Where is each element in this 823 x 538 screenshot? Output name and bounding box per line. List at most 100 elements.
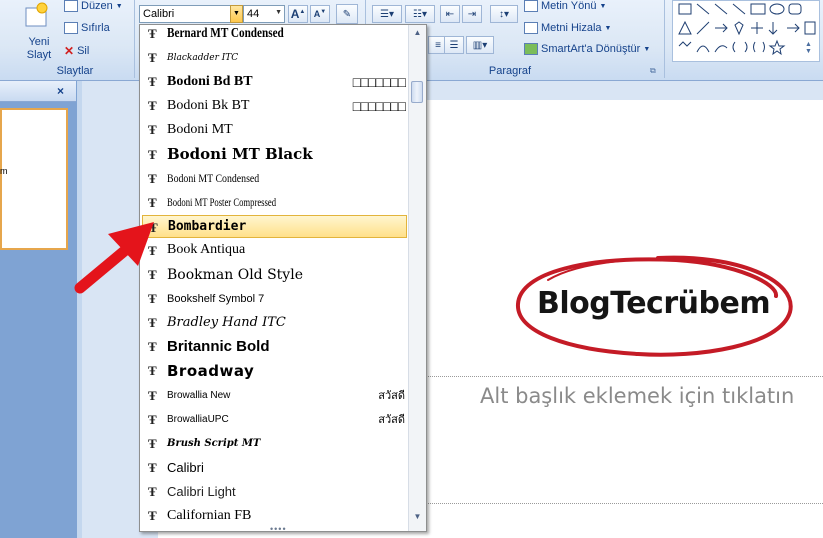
font-name-label: Bodoni MT Poster Compressed bbox=[167, 194, 277, 209]
truetype-font-icon: Ŧ bbox=[148, 339, 157, 355]
font-name-label: Broadway bbox=[167, 361, 255, 380]
font-list-item[interactable]: Ŧ Bodoni MT Black bbox=[142, 143, 407, 166]
font-list-item[interactable]: Ŧ Browallia New สวัสดี bbox=[142, 384, 407, 407]
scrollbar-thumb[interactable] bbox=[411, 81, 423, 103]
increase-indent-icon: ⇥ bbox=[467, 8, 477, 20]
columns-icon: ▥▾ bbox=[472, 39, 488, 51]
font-list-item[interactable]: Ŧ Bodoni MT Condensed bbox=[142, 167, 407, 190]
font-list-item[interactable]: Ŧ Calibri Light bbox=[142, 480, 407, 503]
font-list-item[interactable]: Ŧ Broadway bbox=[142, 359, 407, 382]
paragraph-group-label: Paragraf bbox=[488, 65, 532, 77]
new-slide-button[interactable]: Yeni Slayt bbox=[16, 2, 60, 62]
line-spacing-button[interactable]: ↕▾ bbox=[490, 5, 518, 23]
increase-indent-button[interactable]: ⇥ bbox=[462, 5, 482, 23]
slide-thumbnail[interactable] bbox=[0, 108, 68, 250]
font-name-label: Bodoni MT Black bbox=[167, 145, 313, 163]
truetype-font-icon: Ŧ bbox=[148, 508, 157, 523]
font-size-value: 44 bbox=[247, 8, 260, 20]
chevron-down-icon[interactable]: ▼ bbox=[275, 9, 282, 16]
font-list-item[interactable]: Ŧ Bradley Hand ITC bbox=[142, 311, 407, 334]
shrink-font-button[interactable]: A▼ bbox=[310, 5, 330, 23]
truetype-font-icon: Ŧ bbox=[148, 387, 157, 403]
font-name-label: Blackadder ITC bbox=[167, 52, 239, 63]
shapes-gallery[interactable]: ▲ ▼ bbox=[672, 0, 820, 62]
align-text-icon bbox=[524, 22, 538, 34]
grow-font-button[interactable]: A▲ bbox=[288, 5, 308, 23]
truetype-font-icon: Ŧ bbox=[148, 50, 157, 66]
font-list-item[interactable]: Ŧ Bernard MT Condensed bbox=[142, 25, 407, 45]
font-list-item[interactable]: Ŧ Blackadder ITC bbox=[142, 46, 407, 69]
justify-button[interactable]: ☰ bbox=[444, 36, 464, 54]
font-script-preview: สวัสดี bbox=[378, 414, 405, 427]
line-spacing-icon: ↕▾ bbox=[498, 8, 510, 20]
smartart-label: SmartArt'a Dönüştür bbox=[541, 43, 641, 55]
font-dropdown-chevron-icon[interactable]: ▼ bbox=[230, 5, 243, 23]
font-list-item[interactable]: Ŧ BrowalliaUPC สวัสดี bbox=[142, 408, 407, 431]
truetype-font-icon: Ŧ bbox=[148, 122, 157, 138]
font-list-item[interactable]: Ŧ Bookshelf Symbol 7 bbox=[142, 287, 407, 310]
reset-icon bbox=[64, 22, 78, 34]
delete-icon: ✕ bbox=[64, 44, 75, 58]
clear-formatting-button[interactable]: ✎ bbox=[336, 4, 358, 24]
scroll-up-arrow-icon[interactable]: ▲ bbox=[411, 27, 424, 39]
font-dropdown-list[interactable]: Ŧ Bernard MT Condensed Ŧ Blackadder ITC Ŧ Bod… bbox=[139, 24, 427, 532]
decrease-indent-button[interactable]: ⇤ bbox=[440, 5, 460, 23]
font-list-item[interactable]: Ŧ Bookman Old Style bbox=[142, 263, 407, 286]
layout-button[interactable]: Düzen ▼ bbox=[64, 0, 123, 12]
justify-icon: ☰ bbox=[449, 39, 459, 51]
truetype-font-icon: Ŧ bbox=[148, 459, 157, 475]
gallery-scroll[interactable]: ▲ ▼ bbox=[805, 41, 817, 61]
dialog-launcher-icon[interactable]: ⧉ bbox=[650, 66, 656, 76]
numbering-button[interactable]: ☷▾ bbox=[405, 5, 435, 23]
delete-button[interactable]: ✕ Sil bbox=[64, 44, 89, 58]
text-direction-button[interactable]: Metin Yönü ▼ bbox=[524, 0, 606, 12]
font-list-item[interactable]: Ŧ Bodoni MT bbox=[142, 118, 407, 141]
font-list-item[interactable]: Ŧ Book Antiqua bbox=[142, 239, 407, 262]
font-list-scrollbar[interactable]: ▲ ▼ bbox=[408, 25, 426, 531]
reset-button[interactable]: Sıfırla bbox=[64, 22, 110, 34]
close-icon[interactable]: × bbox=[57, 84, 64, 98]
truetype-font-icon: Ŧ bbox=[148, 74, 157, 90]
font-name-label: Bodoni MT bbox=[167, 121, 233, 137]
thumbnail-text-fragment: m bbox=[0, 166, 8, 176]
font-list-item[interactable]: Ŧ Calibri bbox=[142, 456, 407, 479]
font-list-item[interactable]: Ŧ Bodoni MT Poster Compressed bbox=[142, 191, 407, 214]
smartart-icon bbox=[524, 43, 538, 55]
font-name-label: Bodoni MT Condensed bbox=[167, 170, 260, 185]
align-left-icon: ≡ bbox=[435, 39, 441, 51]
font-name-label: Bernard MT Condensed bbox=[167, 25, 284, 41]
text-direction-icon bbox=[524, 0, 538, 12]
font-name-label: Bookman Old Style bbox=[167, 266, 303, 283]
font-list-item[interactable]: Ŧ Bodoni Bk BT □□□□□□□ bbox=[142, 94, 407, 117]
resize-grip-icon[interactable]: •••• bbox=[270, 524, 287, 531]
slides-group-label: Slaytlar bbox=[56, 65, 94, 77]
font-name-label: Bradley Hand ITC bbox=[167, 315, 286, 331]
numbering-icon: ☷▾ bbox=[413, 8, 427, 20]
columns-button[interactable]: ▥▾ bbox=[466, 36, 494, 54]
font-list-item[interactable]: Ŧ Bombardier bbox=[142, 214, 407, 238]
chevron-down-icon: ▼ bbox=[115, 2, 123, 10]
font-name-label: Book Antiqua bbox=[167, 242, 246, 258]
font-list-item[interactable]: Ŧ Bodoni Bd BT □□□□□□□ bbox=[142, 70, 407, 93]
font-name-combobox[interactable]: Calibri ▼ bbox=[139, 5, 243, 23]
truetype-font-icon: Ŧ bbox=[148, 26, 157, 41]
new-slide-label: Yeni Slayt bbox=[26, 36, 52, 61]
chevron-down-icon: ▼ bbox=[643, 45, 651, 53]
delete-label: Sil bbox=[77, 45, 90, 57]
reset-label: Sıfırla bbox=[81, 22, 110, 34]
subtitle-placeholder[interactable]: Alt başlık eklemek için tıklatın bbox=[480, 384, 794, 408]
font-size-combobox[interactable]: 44 ▼ bbox=[243, 5, 285, 23]
truetype-font-icon: Ŧ bbox=[148, 98, 157, 114]
bullets-button[interactable]: ☰▾ bbox=[372, 5, 402, 23]
font-name-label: Brush Script MT bbox=[167, 437, 261, 449]
font-list-item[interactable]: Ŧ Britannic Bold bbox=[142, 335, 407, 358]
smartart-button[interactable]: SmartArt'a Dönüştür ▼ bbox=[524, 43, 650, 55]
font-name-label: Bodoni Bk BT bbox=[167, 97, 250, 113]
font-name-label: Calibri Light bbox=[167, 483, 236, 499]
slides-pane-header bbox=[0, 81, 76, 102]
align-text-button[interactable]: Metni Hizala ▼ bbox=[524, 22, 611, 34]
clear-formatting-icon: ✎ bbox=[342, 8, 352, 20]
font-name-label: Bombardier bbox=[168, 218, 247, 234]
font-list-item[interactable]: Ŧ Brush Script MT bbox=[142, 432, 407, 455]
scroll-down-arrow-icon[interactable]: ▼ bbox=[411, 511, 424, 523]
